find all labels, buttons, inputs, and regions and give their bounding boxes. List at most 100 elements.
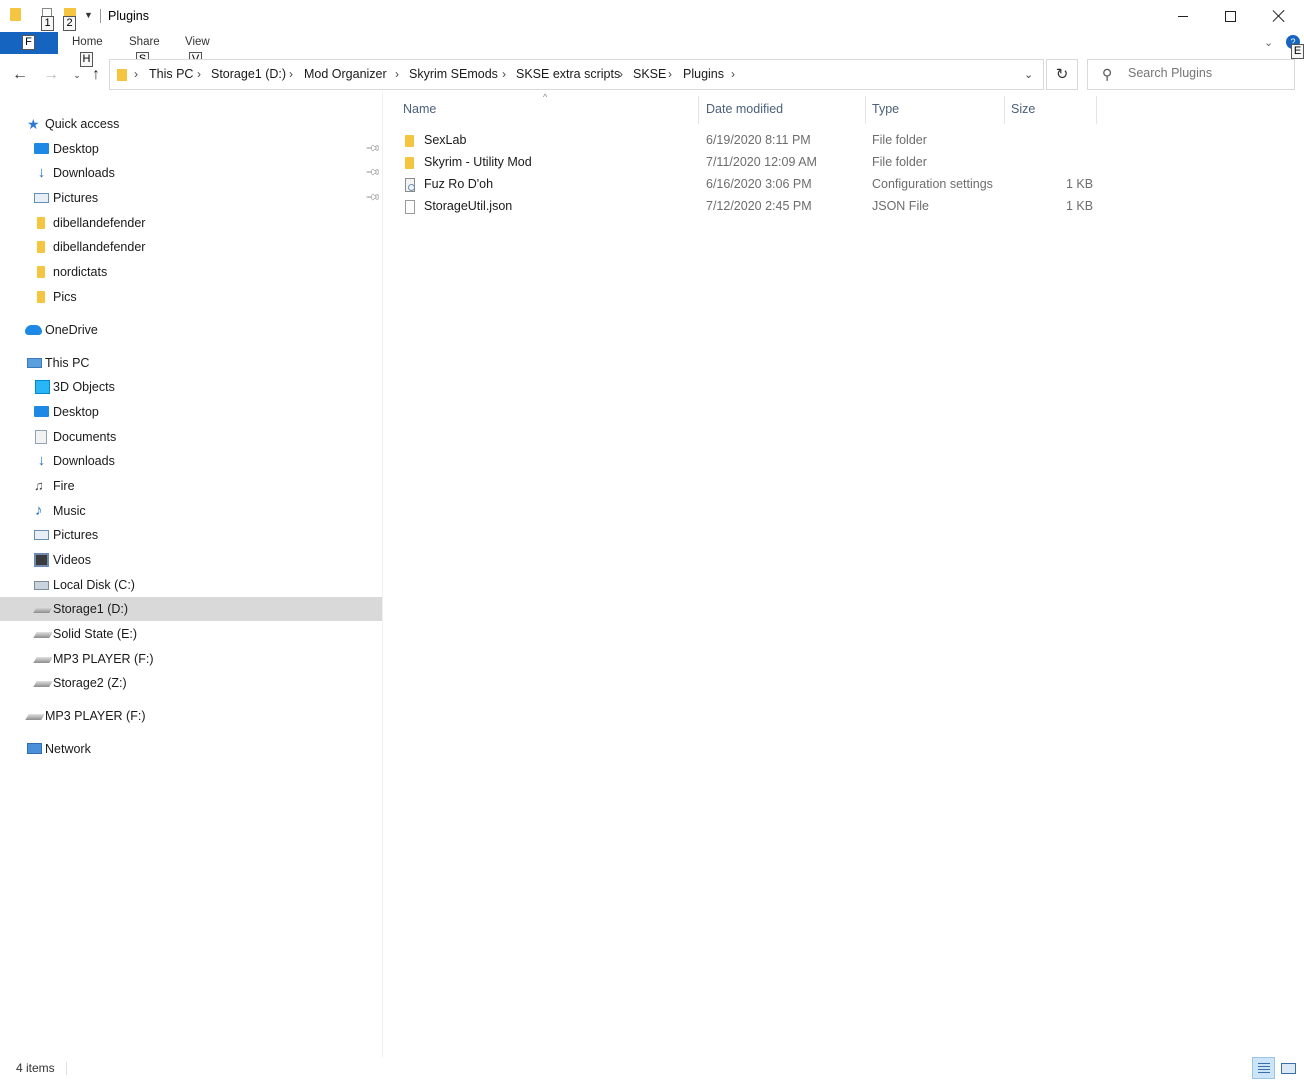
folder-icon <box>405 157 414 169</box>
breadcrumb-skyrim-semods[interactable]: Skyrim SEmods <box>409 67 498 81</box>
nav-qa-folder-label: nordictats <box>53 265 108 279</box>
nav-pc-item-label: Solid State (E:) <box>53 627 138 641</box>
search-box[interactable]: ⚲ <box>1087 59 1295 90</box>
address-bar[interactable]: › This PC › Storage1 (D:) › Mod Organize… <box>109 59 1044 90</box>
nav-qa-pictures-label: Pictures <box>53 191 99 205</box>
drive-icon <box>25 714 45 720</box>
column-divider[interactable] <box>865 96 866 124</box>
chevron-right-icon[interactable]: › <box>289 67 293 81</box>
nav-pc-downloads[interactable]: ↓ Downloads <box>0 449 382 473</box>
back-button[interactable]: ← <box>9 64 31 86</box>
details-view-icon[interactable] <box>1252 1057 1275 1079</box>
chevron-right-icon[interactable]: › <box>668 67 672 81</box>
file-row[interactable]: SexLab 6/19/2020 8:11 PM File folder <box>396 130 1096 152</box>
nav-qa-pictures[interactable]: Pictures 📌︎ <box>0 186 382 210</box>
nav-pc-local-disk-c[interactable]: Local Disk (C:) <box>0 573 382 597</box>
nav-mp3-player[interactable]: MP3 PLAYER (F:) <box>0 704 382 728</box>
nav-pc-videos[interactable]: Videos <box>0 548 382 572</box>
tab-home[interactable]: Home <box>72 36 103 48</box>
chevron-right-icon[interactable]: › <box>731 67 735 81</box>
breadcrumb-skse[interactable]: SKSE <box>633 67 666 81</box>
nav-quick-access[interactable]: ★ Quick access <box>0 112 382 136</box>
nav-onedrive[interactable]: OneDrive <box>0 318 382 342</box>
file-row[interactable]: StorageUtil.json 7/12/2020 2:45 PM JSON … <box>396 196 1096 218</box>
folder-icon <box>37 291 45 303</box>
column-header-date-modified[interactable]: Date modified <box>706 102 783 122</box>
nav-qa-desktop[interactable]: Desktop 📌︎ <box>0 137 382 161</box>
folder-icon <box>10 8 21 21</box>
minimize-button[interactable] <box>1160 0 1206 32</box>
downloads-icon: ↓ <box>37 164 46 181</box>
drive-icon <box>33 657 53 663</box>
pane-divider[interactable] <box>382 92 383 1057</box>
nav-pc-solid-state-e[interactable]: Solid State (E:) <box>0 622 382 646</box>
expand-ribbon-chevron-icon[interactable]: ⌄ <box>1264 36 1273 49</box>
column-divider[interactable] <box>698 96 699 124</box>
nav-pc-item-label: Desktop <box>53 405 99 419</box>
pictures-icon <box>34 193 49 203</box>
breadcrumb-plugins[interactable]: Plugins <box>683 67 724 81</box>
large-icons-view-icon[interactable] <box>1279 1059 1296 1076</box>
forward-button[interactable]: → <box>40 64 62 86</box>
nav-pc-pictures[interactable]: Pictures <box>0 523 382 547</box>
nav-qa-dibellandefender-2[interactable]: dibellandefender <box>0 235 382 259</box>
address-history-dropdown-icon[interactable]: ⌄ <box>1024 68 1033 81</box>
close-button[interactable] <box>1256 0 1302 32</box>
chevron-right-icon[interactable]: › <box>197 67 201 81</box>
nav-pc-item-label: Videos <box>53 553 91 567</box>
sort-ascending-icon: ^ <box>543 92 548 102</box>
file-size: 1 KB <box>1066 177 1094 191</box>
file-type: Configuration settings <box>872 177 993 191</box>
up-button[interactable]: ↑ <box>85 64 107 86</box>
column-header-size[interactable]: Size <box>1011 102 1035 122</box>
nav-qa-folder-label: dibellandefender <box>53 216 146 230</box>
search-input[interactable] <box>1128 66 1288 80</box>
nav-pc-item-label: Storage2 (Z:) <box>53 676 127 690</box>
nav-network[interactable]: Network <box>0 737 382 761</box>
nav-pc-storage1-d[interactable]: Storage1 (D:) <box>0 597 382 621</box>
nav-pc-item-label: Pictures <box>53 528 99 542</box>
onedrive-cloud-icon <box>25 325 42 335</box>
file-row[interactable]: Skyrim - Utility Mod 7/11/2020 12:09 AM … <box>396 152 1096 174</box>
nav-pc-item-label: 3D Objects <box>53 380 115 394</box>
chevron-right-icon[interactable]: › <box>619 67 623 81</box>
close-icon <box>1272 9 1286 23</box>
nav-pc-mp3-player-f[interactable]: MP3 PLAYER (F:) <box>0 647 382 671</box>
nav-qa-pics[interactable]: Pics <box>0 285 382 309</box>
file-row[interactable]: Fuz Ro D'oh 6/16/2020 3:06 PM Configurat… <box>396 174 1096 196</box>
nav-qa-nordictats[interactable]: nordictats <box>0 260 382 284</box>
file-type: JSON File <box>872 199 929 213</box>
breadcrumb-storage1[interactable]: Storage1 (D:) <box>211 67 286 81</box>
keytip-help: E <box>1291 44 1304 59</box>
tab-view[interactable]: View <box>185 36 210 48</box>
column-header-type[interactable]: Type <box>872 102 899 122</box>
tab-file[interactable]: F <box>0 32 58 54</box>
maximize-button[interactable] <box>1207 0 1253 32</box>
nav-qa-dibellandefender-1[interactable]: dibellandefender <box>0 211 382 235</box>
customize-qat-dropdown-icon[interactable]: ▼ <box>84 10 93 20</box>
nav-pc-documents[interactable]: Documents <box>0 425 382 449</box>
column-header-name[interactable]: Name <box>403 102 436 122</box>
nav-pc-item-label: Documents <box>53 430 117 444</box>
nav-pc-storage2-z[interactable]: Storage2 (Z:) <box>0 671 382 695</box>
chevron-right-icon[interactable]: › <box>502 67 506 81</box>
nav-pc-music[interactable]: ♪ Music <box>0 499 382 523</box>
nav-network-label: Network <box>45 742 91 756</box>
column-divider[interactable] <box>1004 96 1005 124</box>
tab-share[interactable]: Share <box>129 36 160 48</box>
column-divider[interactable] <box>1096 96 1097 124</box>
chevron-right-icon[interactable]: › <box>395 67 399 81</box>
nav-this-pc[interactable]: This PC <box>0 351 382 375</box>
nav-pc-3d-objects[interactable]: 3D Objects <box>0 375 382 399</box>
breadcrumb-skse-extra-scripts[interactable]: SKSE extra scripts <box>516 67 620 81</box>
documents-icon <box>35 430 47 444</box>
refresh-button[interactable]: ↻ <box>1046 59 1078 90</box>
chevron-right-icon[interactable]: › <box>134 67 138 81</box>
breadcrumb-mod-organizer[interactable]: Mod Organizer <box>304 67 387 81</box>
nav-pc-fire[interactable]: ♫ Fire <box>0 474 382 498</box>
nav-pc-desktop[interactable]: Desktop <box>0 400 382 424</box>
nav-pc-item-label: Downloads <box>53 454 115 468</box>
breadcrumb-this-pc[interactable]: This PC <box>149 67 193 81</box>
navigation-bar: ← → ⌄ ↑ › This PC › Storage1 (D:) › Mod … <box>0 58 1304 92</box>
nav-qa-downloads[interactable]: ↓ Downloads 📌︎ <box>0 161 382 185</box>
